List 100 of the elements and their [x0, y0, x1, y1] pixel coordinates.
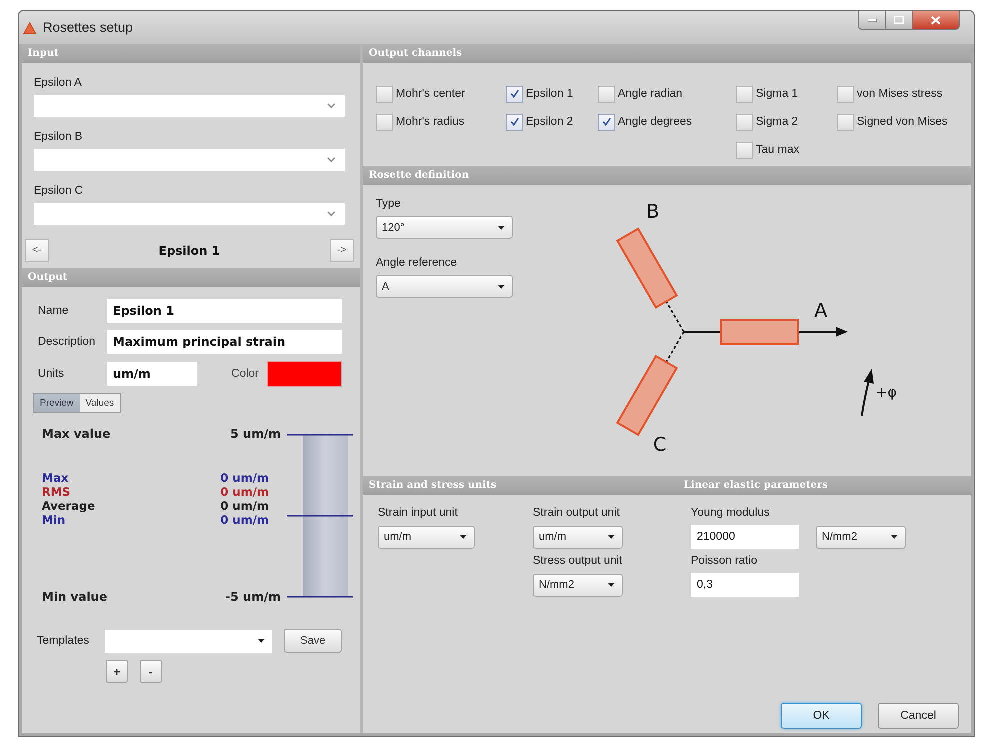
check-icon	[602, 117, 612, 127]
section-header: Output	[22, 268, 360, 287]
field-label: Description	[38, 336, 97, 348]
checkbox-label[interactable]: Epsilon 2	[526, 116, 574, 128]
dropdown[interactable]: N/mm2	[533, 574, 623, 596]
checkbox[interactable]	[736, 86, 753, 102]
cancel-button[interactable]: Cancel	[878, 703, 959, 729]
field-label: Strain output unit	[533, 507, 621, 519]
field-label: Angle reference	[376, 257, 458, 269]
dropdown-arrow-icon	[498, 226, 505, 230]
field-label: Templates	[37, 635, 90, 647]
checkbox-label[interactable]: Angle radian	[618, 88, 683, 100]
dropdown[interactable]	[34, 149, 345, 171]
field-label: Color	[230, 368, 260, 380]
stat-label: RMS	[42, 485, 72, 499]
dropdown[interactable]	[104, 630, 272, 652]
gauge-label: B	[646, 201, 660, 223]
field-label: Epsilon C	[34, 185, 84, 197]
checkbox[interactable]	[598, 114, 615, 130]
check-icon	[510, 117, 520, 127]
section-header: Input	[22, 44, 360, 63]
checkbox[interactable]	[376, 114, 393, 130]
checkbox[interactable]	[736, 114, 753, 130]
stat-value: 0 um/m	[220, 499, 269, 513]
save-button[interactable]: Save	[284, 629, 342, 653]
dropdown-arrow-icon	[460, 535, 467, 539]
minimize-icon	[868, 18, 876, 22]
view-tab[interactable]: Preview	[34, 394, 80, 412]
checkbox-label[interactable]: Signed von Mises	[857, 116, 948, 128]
gauge-label: A	[814, 300, 828, 322]
dropdown[interactable]: N/mm2	[816, 526, 906, 548]
maximize-icon	[894, 16, 904, 24]
close-icon	[931, 16, 941, 24]
stat-label: Average	[42, 499, 96, 513]
axis-arrow	[799, 327, 848, 337]
text-field[interactable]: um/m	[107, 362, 197, 386]
section-header: Linear elastic parameters	[678, 476, 971, 495]
text-field[interactable]: 0,3	[691, 573, 799, 597]
checkbox-label[interactable]: Tau max	[756, 144, 800, 156]
maximize-button[interactable]	[886, 11, 913, 30]
gauge-label: C	[653, 434, 667, 456]
checkbox[interactable]	[598, 86, 615, 102]
dropdown-arrow-icon	[891, 535, 898, 539]
section-header: Strain and stress units	[363, 476, 678, 495]
dropdown[interactable]: 120°	[376, 216, 513, 239]
field-label: Type	[376, 198, 402, 210]
stat-label: Min	[42, 513, 67, 527]
dropdown[interactable]	[34, 95, 345, 117]
text-field[interactable]: 210000	[691, 525, 799, 549]
min-value-label: Min value	[42, 590, 108, 605]
close-button[interactable]	[913, 11, 960, 30]
dropdown[interactable]: A	[376, 275, 513, 298]
previous-button[interactable]: <-	[25, 239, 49, 262]
dropdown[interactable]	[34, 203, 345, 225]
checkbox-label[interactable]: von Mises stress	[857, 88, 943, 100]
checkbox[interactable]	[506, 86, 523, 102]
chevron-down-icon	[327, 211, 336, 217]
checkbox[interactable]	[736, 142, 753, 158]
section-header: Rosette definition	[363, 166, 971, 185]
minimize-button[interactable]	[858, 11, 886, 30]
check-icon	[510, 89, 520, 99]
checkbox[interactable]	[837, 86, 854, 102]
field-label: Poisson ratio	[691, 555, 758, 567]
remove-button[interactable]: -	[140, 660, 162, 683]
field-label: Name	[38, 305, 70, 317]
checkbox-label[interactable]: Mohr's center	[396, 88, 466, 100]
section-header: Output channels	[363, 44, 971, 63]
angle-label: +φ	[876, 385, 897, 401]
dropdown-arrow-icon	[608, 583, 615, 587]
checkbox-label[interactable]: Mohr's radius	[396, 116, 465, 128]
stat-value: 0 um/m	[220, 471, 269, 485]
field-label: Strain input unit	[378, 507, 459, 519]
next-button[interactable]: ->	[330, 239, 354, 262]
checkbox[interactable]	[376, 86, 393, 102]
field-label: Young modulus	[691, 507, 771, 519]
color-swatch[interactable]	[267, 361, 342, 387]
checkbox-label[interactable]: Sigma 1	[756, 88, 798, 100]
stat-label: Max	[42, 471, 70, 485]
stat-value: 0 um/m	[220, 513, 269, 527]
current-output-label: Epsilon 1	[158, 244, 222, 258]
add-button[interactable]: +	[106, 660, 128, 683]
checkbox-label[interactable]: Sigma 2	[756, 116, 798, 128]
text-field[interactable]: Maximum principal strain	[107, 330, 342, 354]
checkbox[interactable]	[506, 114, 523, 130]
max-value: 5 um/m	[230, 427, 281, 442]
dropdown-arrow-icon	[258, 639, 266, 643]
field-label: Epsilon A	[34, 77, 83, 89]
dropdown[interactable]: um/m	[378, 526, 475, 548]
chevron-down-icon	[327, 157, 336, 163]
rotation-arrow	[861, 369, 874, 416]
checkbox-label[interactable]: Angle degrees	[618, 116, 692, 128]
checkbox[interactable]	[837, 114, 854, 130]
min-value: -5 um/m	[226, 590, 281, 605]
ok-button[interactable]: OK	[781, 703, 862, 729]
dropdown[interactable]: um/m	[533, 526, 623, 548]
text-field[interactable]: Epsilon 1	[107, 299, 342, 323]
max-value-label: Max value	[42, 427, 111, 442]
triangle-icon	[23, 22, 37, 35]
field-label: Stress output unit	[533, 555, 624, 567]
checkbox-label[interactable]: Epsilon 1	[526, 88, 574, 100]
